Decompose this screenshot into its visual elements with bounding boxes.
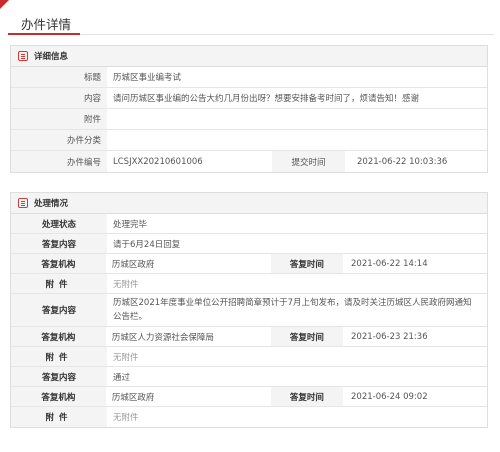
detail-label-submit-time: 提交时间 <box>272 151 345 172</box>
reply-value-time: 2021-06-22 14:14 <box>351 258 428 269</box>
details-section-title: 详细信息 <box>34 52 69 62</box>
process-value-status: 处理完毕 <box>113 219 148 230</box>
reply-value-org: 历城区人力资源社会保障局 <box>111 332 214 343</box>
detail-label-title: 标题 <box>11 67 107 87</box>
title-rule <box>8 34 494 35</box>
detail-value-submit-time: 2021-06-22 10:03:36 <box>357 156 448 167</box>
reply-value-attachment: 无附件 <box>113 413 139 423</box>
reply-row-attachment: 附件 无附件 <box>11 347 487 367</box>
process-panel: 处理情况 处理状态 处理完毕 答复内容 请于6月24日回复 答复机构 历城区政府… <box>10 192 488 428</box>
corner-ribbon <box>0 0 9 9</box>
reply-label-time: 答复时间 <box>270 327 343 346</box>
reply-row-content: 答复内容 历城区2021年度事业单位公开招聘简章预计于7月上旬发布，请及时关注历… <box>11 294 487 327</box>
detail-value-title: 历城区事业编考试 <box>113 73 182 83</box>
detail-label-number: 办件编号 <box>11 151 107 172</box>
detail-value-content: 请问历城区事业编的公告大约几月份出呀？想要安排备考时间了，烦请告知！感谢 <box>113 94 420 104</box>
detail-value-number: LCSJXX20210601006 <box>113 156 203 167</box>
reply-value-time: 2021-06-24 09:02 <box>351 391 428 402</box>
document-icon <box>18 51 28 61</box>
detail-label-attachment: 附件 <box>11 109 107 129</box>
reply-row-org: 答复机构 历城区政府 答复时间 2021-06-24 09:02 <box>11 387 487 407</box>
detail-row-category: 办件分类 <box>11 130 487 151</box>
reply-value-content: 请于6月24日回复 <box>113 239 181 250</box>
title-underline <box>8 33 80 35</box>
reply-label-org: 答复机构 <box>11 327 106 346</box>
reply-row-org: 答复机构 历城区人力资源社会保障局 答复时间 2021-06-23 21:36 <box>11 327 487 347</box>
reply-label-time: 答复时间 <box>270 387 343 406</box>
detail-row-content: 内容 请问历城区事业编的公告大约几月份出呀？想要安排备考时间了，烦请告知！感谢 <box>11 88 487 109</box>
reply-value-time: 2021-06-23 21:36 <box>351 331 428 342</box>
reply-value-attachment: 无附件 <box>113 352 139 363</box>
page-title: 办件详情 <box>21 17 72 32</box>
reply-row-attachment: 附件 无附件 <box>11 274 487 294</box>
details-panel: 详细信息 标题 历城区事业编考试 内容 请问历城区事业编的公告大约几月份出呀？想… <box>10 45 488 173</box>
reply-label-org: 答复机构 <box>11 254 106 273</box>
process-row-status: 处理状态 处理完毕 <box>11 214 487 234</box>
reply-label-attachment: 附件 <box>11 407 107 427</box>
reply-label-attachment: 附件 <box>11 274 107 293</box>
detail-row-attachment: 附件 <box>11 109 487 130</box>
reply-label-time: 答复时间 <box>270 254 343 273</box>
reply-value-org: 历城区政府 <box>111 392 155 403</box>
details-panel-header: 详细信息 <box>11 46 487 67</box>
reply-label-attachment: 附件 <box>11 347 107 366</box>
detail-value-category <box>107 130 487 150</box>
detail-label-category: 办件分类 <box>11 130 107 150</box>
process-panel-header: 处理情况 <box>11 193 487 214</box>
reply-label-content: 答复内容 <box>11 367 107 386</box>
reply-row-org: 答复机构 历城区政府 答复时间 2021-06-22 14:14 <box>11 254 487 274</box>
document-icon <box>18 198 28 208</box>
process-label-status: 处理状态 <box>11 214 107 233</box>
reply-value-org: 历城区政府 <box>111 259 155 270</box>
reply-value-content: 通过 <box>113 372 131 383</box>
detail-row-title: 标题 历城区事业编考试 <box>11 67 487 88</box>
reply-row-content: 答复内容 请于6月24日回复 <box>11 234 487 254</box>
reply-value-attachment: 无附件 <box>113 279 139 290</box>
detail-label-content: 内容 <box>11 88 107 108</box>
detail-value-attachment <box>107 109 487 129</box>
reply-row-content: 答复内容 通过 <box>11 367 487 387</box>
reply-label-content: 答复内容 <box>11 234 107 253</box>
reply-value-content: 历城区2021年度事业单位公开招聘简章预计于7月上旬发布，请及时关注历城区人民政… <box>113 298 472 322</box>
reply-label-content: 答复内容 <box>11 294 107 326</box>
reply-row-attachment: 附件 无附件 <box>11 407 487 427</box>
reply-label-org: 答复机构 <box>11 387 106 406</box>
process-section-title: 处理情况 <box>34 199 69 209</box>
detail-row-number: 办件编号 LCSJXX20210601006 提交时间 2021-06-22 1… <box>11 151 487 172</box>
